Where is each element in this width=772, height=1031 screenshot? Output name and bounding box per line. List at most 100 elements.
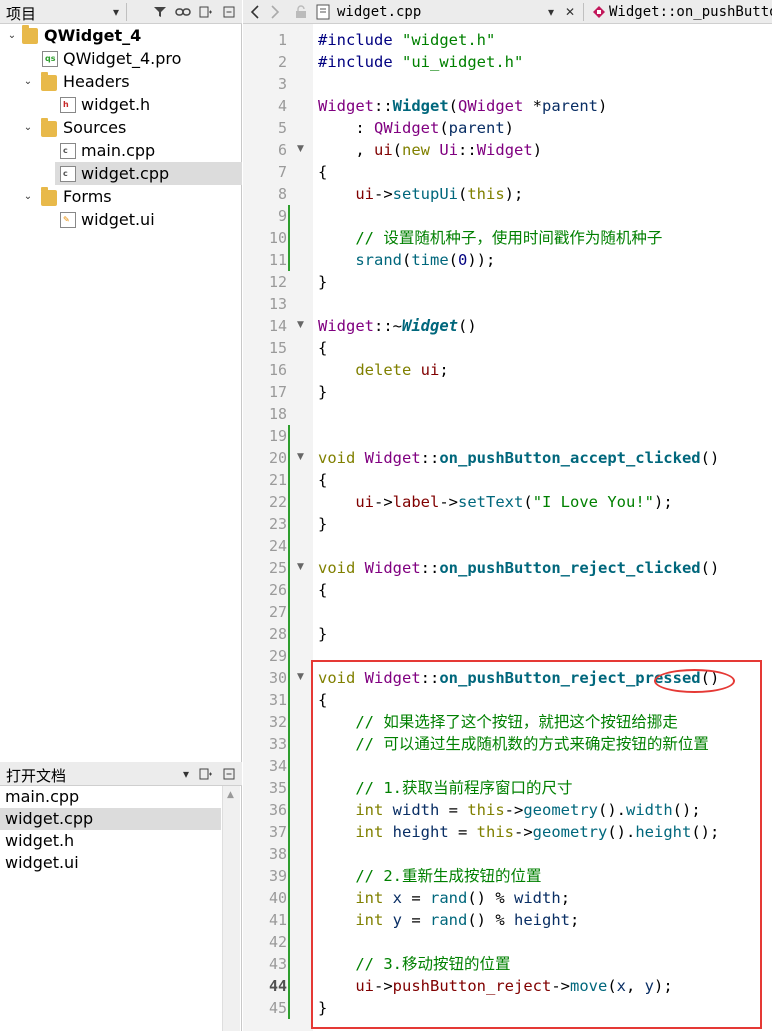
code-token: { [318, 691, 328, 709]
code-line[interactable]: ui->label->setText("I Love You!"); [318, 491, 672, 513]
code-token: -> [374, 493, 393, 511]
code-token: Ui [439, 141, 459, 159]
code-line[interactable]: } [318, 513, 327, 535]
fold-marker-icon[interactable]: ▼ [297, 562, 304, 572]
close-file-icon[interactable]: ✕ [560, 2, 580, 22]
code-line[interactable]: ui->pushButton_reject->move(x, y); [318, 975, 672, 997]
forward-arrow-icon[interactable] [265, 2, 285, 22]
tree-item-label: Forms [63, 187, 112, 206]
code-line[interactable]: } [318, 997, 327, 1019]
expand-arrow-icon[interactable]: ⌄ [6, 30, 18, 42]
code-line[interactable]: // 设置随机种子，使用时间戳作为随机种子 [318, 227, 662, 249]
code-line[interactable]: { [318, 161, 327, 183]
function-selector[interactable]: Widget::on_pushButton [609, 4, 772, 20]
code-line[interactable]: Widget::Widget(QWidget *parent) [318, 95, 607, 117]
line-number: 30 [268, 669, 287, 687]
code-token: } [318, 383, 328, 401]
code-line[interactable]: int height = this->geometry().height(); [318, 821, 719, 843]
code-line[interactable]: } [318, 381, 327, 403]
tree-item-widget-h[interactable]: h widget.h [0, 93, 242, 116]
code-line[interactable]: void Widget::on_pushButton_accept_clicke… [318, 447, 719, 469]
code-token: () [700, 449, 720, 467]
code-line[interactable]: // 2.重新生成按钮的位置 [318, 865, 541, 887]
code-token: -> [504, 801, 524, 819]
expand-arrow-icon[interactable]: ⌄ [22, 191, 34, 203]
open-documents-scrollbar[interactable]: ▲ [222, 786, 240, 1031]
fold-marker-icon[interactable]: ▼ [297, 320, 304, 330]
code-line[interactable]: delete ui; [318, 359, 448, 381]
tree-item-main-cpp[interactable]: c main.cpp [0, 139, 242, 162]
fold-marker-icon[interactable]: ▼ [297, 452, 304, 462]
tree-item-forms[interactable]: ⌄ Forms [0, 185, 242, 208]
split-icon[interactable] [196, 2, 216, 22]
code-line[interactable]: #include "ui_widget.h" [318, 51, 523, 73]
open-doc-item[interactable]: widget.h [0, 830, 221, 852]
back-arrow-icon[interactable] [245, 2, 265, 22]
code-line[interactable]: { [318, 337, 327, 359]
lock-icon [291, 2, 311, 22]
tree-item-widget-cpp[interactable]: c widget.cpp [55, 162, 242, 185]
link-icon[interactable] [173, 2, 193, 22]
code-token: label [392, 493, 440, 511]
code-line[interactable]: srand(time(0)); [318, 249, 495, 271]
code-token: y [392, 911, 403, 929]
code-token: ( [458, 185, 468, 203]
code-line[interactable]: : QWidget(parent) [318, 117, 514, 139]
code-line[interactable]: // 如果选择了这个按钮，就把这个按钮给挪走 [318, 711, 678, 733]
filter-icon[interactable] [150, 2, 170, 22]
fold-marker-icon[interactable]: ▼ [297, 144, 304, 154]
line-number: 28 [268, 625, 287, 643]
code-line[interactable]: // 1.获取当前程序窗口的尺寸 [318, 777, 572, 799]
code-line[interactable]: void Widget::on_pushButton_reject_presse… [318, 667, 719, 689]
tree-item-sources[interactable]: ⌄ Sources [0, 116, 242, 139]
expand-arrow-icon[interactable]: ⌄ [22, 76, 34, 88]
code-line[interactable]: Widget::~Widget() [318, 315, 477, 337]
code-token: () % [467, 889, 515, 907]
tree-item-project[interactable]: ⌄ QWidget_4 [0, 24, 242, 47]
code-line[interactable]: void Widget::on_pushButton_reject_clicke… [318, 557, 719, 579]
code-area[interactable]: #include "widget.h" #include "ui_widget.h… [318, 24, 772, 1031]
scroll-up-icon[interactable]: ▲ [227, 790, 234, 800]
open-doc-item[interactable]: widget.cpp [0, 808, 221, 830]
code-line[interactable]: } [318, 271, 327, 293]
file-dropdown-icon[interactable]: ▾ [541, 2, 561, 22]
code-line[interactable]: { [318, 469, 327, 491]
close-pane-icon[interactable] [219, 764, 239, 784]
code-line[interactable]: #include "widget.h" [318, 29, 495, 51]
code-token: int [355, 911, 384, 929]
code-line[interactable]: // 3.移动按钮的位置 [318, 953, 510, 975]
code-token: void [318, 559, 356, 577]
open-doc-item[interactable]: main.cpp [0, 786, 221, 808]
line-number: 14 [268, 317, 287, 335]
code-line[interactable]: { [318, 579, 327, 601]
code-line[interactable]: } [318, 623, 327, 645]
code-line[interactable]: , ui(new Ui::Widget) [318, 139, 542, 161]
fold-marker-icon[interactable]: ▼ [297, 672, 304, 682]
dropdown-icon[interactable]: ▾ [106, 2, 126, 22]
tree-item-pro-file[interactable]: qs QWidget_4.pro [0, 47, 242, 70]
line-number: 20 [268, 449, 287, 467]
open-doc-item[interactable]: widget.ui [0, 852, 221, 874]
code-line[interactable]: int y = rand() % height; [318, 909, 579, 931]
line-number: 34 [268, 757, 287, 775]
code-line[interactable]: ui->setupUi(this); [318, 183, 523, 205]
code-line[interactable]: // 可以通过生成随机数的方式来确定按钮的新位置 [318, 733, 709, 755]
line-number: 40 [268, 889, 287, 907]
code-token: () [700, 559, 720, 577]
code-line[interactable]: int width = this->geometry().width(); [318, 799, 700, 821]
code-token: height [635, 823, 692, 841]
dropdown-icon[interactable]: ▾ [176, 764, 196, 784]
split-icon[interactable] [196, 764, 216, 784]
code-token: rand [430, 911, 468, 929]
code-line[interactable]: int x = rand() % width; [318, 887, 570, 909]
line-number: 42 [268, 933, 287, 951]
tree-item-headers[interactable]: ⌄ Headers [0, 70, 242, 93]
code-line[interactable]: { [318, 689, 327, 711]
tree-item-widget-ui[interactable]: ✎ widget.ui [0, 208, 242, 231]
code-token: height [392, 823, 449, 841]
expand-arrow-icon[interactable]: ⌄ [22, 122, 34, 134]
current-file-name[interactable]: widget.cpp [337, 4, 421, 20]
close-pane-icon[interactable] [219, 2, 239, 22]
